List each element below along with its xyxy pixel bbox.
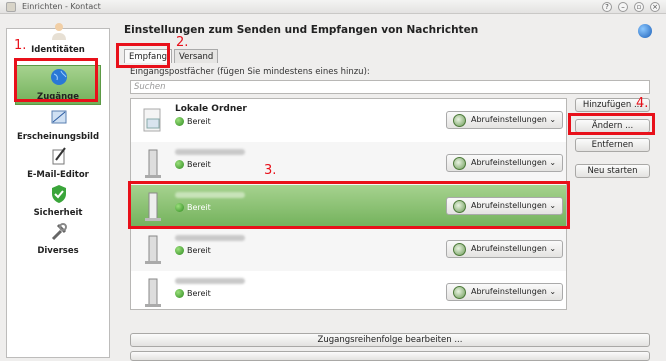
help-window-icon[interactable]: ? (602, 2, 612, 12)
account-name-redacted (175, 278, 245, 284)
step-number: 1. (14, 38, 27, 53)
tab-send[interactable]: Versand (174, 49, 219, 63)
server-icon (145, 149, 161, 178)
highlight-box-accounts (14, 58, 98, 102)
account-row-local[interactable]: Lokale Ordner Bereit Abrufeinstellungen … (131, 99, 566, 142)
step-number: 2. (176, 35, 189, 50)
account-row[interactable]: Bereit Abrufeinstellungen ⌄ (131, 228, 566, 271)
fetch-icon (453, 157, 466, 170)
fetch-icon (453, 286, 466, 299)
status-ok-icon (175, 160, 184, 169)
account-name-redacted (175, 149, 245, 155)
sidebar-item-security[interactable]: Sicherheit (7, 182, 109, 220)
identity-icon (52, 23, 66, 40)
title-bar: Einrichten - Kontact ? – ▫ × (0, 0, 666, 14)
account-name-redacted (175, 235, 245, 241)
fetch-settings-button[interactable]: Abrufeinstellungen ⌄ (446, 154, 563, 172)
globe-help-icon (638, 24, 652, 38)
highlight-box-change (568, 113, 655, 135)
sidebar-item-mail-editor[interactable]: E-Mail-Editor (7, 144, 109, 182)
step-number: 3. (264, 163, 277, 178)
appearance-icon (51, 110, 67, 124)
highlight-box-row (128, 181, 570, 229)
maximize-icon[interactable]: ▫ (634, 2, 644, 12)
fetch-settings-button[interactable]: Abrufeinstellungen ⌄ (446, 111, 563, 129)
status-ok-icon (175, 246, 184, 255)
local-folder-icon (143, 108, 161, 132)
status-ok-icon (175, 117, 184, 126)
account-row[interactable]: Bereit Abrufeinstellungen ⌄ (131, 142, 566, 185)
fetch-icon (453, 243, 466, 256)
minimize-icon[interactable]: – (618, 2, 628, 12)
status-text: Bereit (187, 117, 211, 126)
remove-account-button[interactable]: Entfernen (575, 138, 650, 152)
fetch-icon (453, 114, 466, 127)
tools-icon (51, 223, 67, 241)
status-ok-icon (175, 289, 184, 298)
server-icon (145, 278, 161, 307)
server-icon (145, 235, 161, 264)
step-number: 4. (636, 96, 649, 111)
fetch-settings-button[interactable]: Abrufeinstellungen ⌄ (446, 240, 563, 258)
fetch-settings-button[interactable]: Abrufeinstellungen ⌄ (446, 283, 563, 301)
bottom-button-partial[interactable] (130, 351, 650, 361)
close-icon[interactable]: × (650, 2, 660, 12)
highlight-box-tab (116, 43, 170, 68)
restart-button[interactable]: Neu starten (575, 164, 650, 178)
search-input[interactable]: Suchen (130, 80, 650, 94)
inbox-label: Eingangspostfächer (fügen Sie mindestens… (130, 67, 370, 77)
sidebar-item-misc[interactable]: Diverses (7, 220, 109, 258)
edit-account-order-button[interactable]: Zugangsreihenfolge bearbeiten ... (130, 333, 650, 347)
shield-icon (52, 185, 66, 203)
sidebar-item-appearance[interactable]: Erscheinungsbild (7, 106, 109, 144)
account-row[interactable]: Bereit Abrufeinstellungen ⌄ (131, 271, 566, 309)
app-icon (6, 2, 16, 12)
window-title: Einrichten - Kontact (22, 2, 101, 11)
pen-icon (52, 147, 66, 165)
